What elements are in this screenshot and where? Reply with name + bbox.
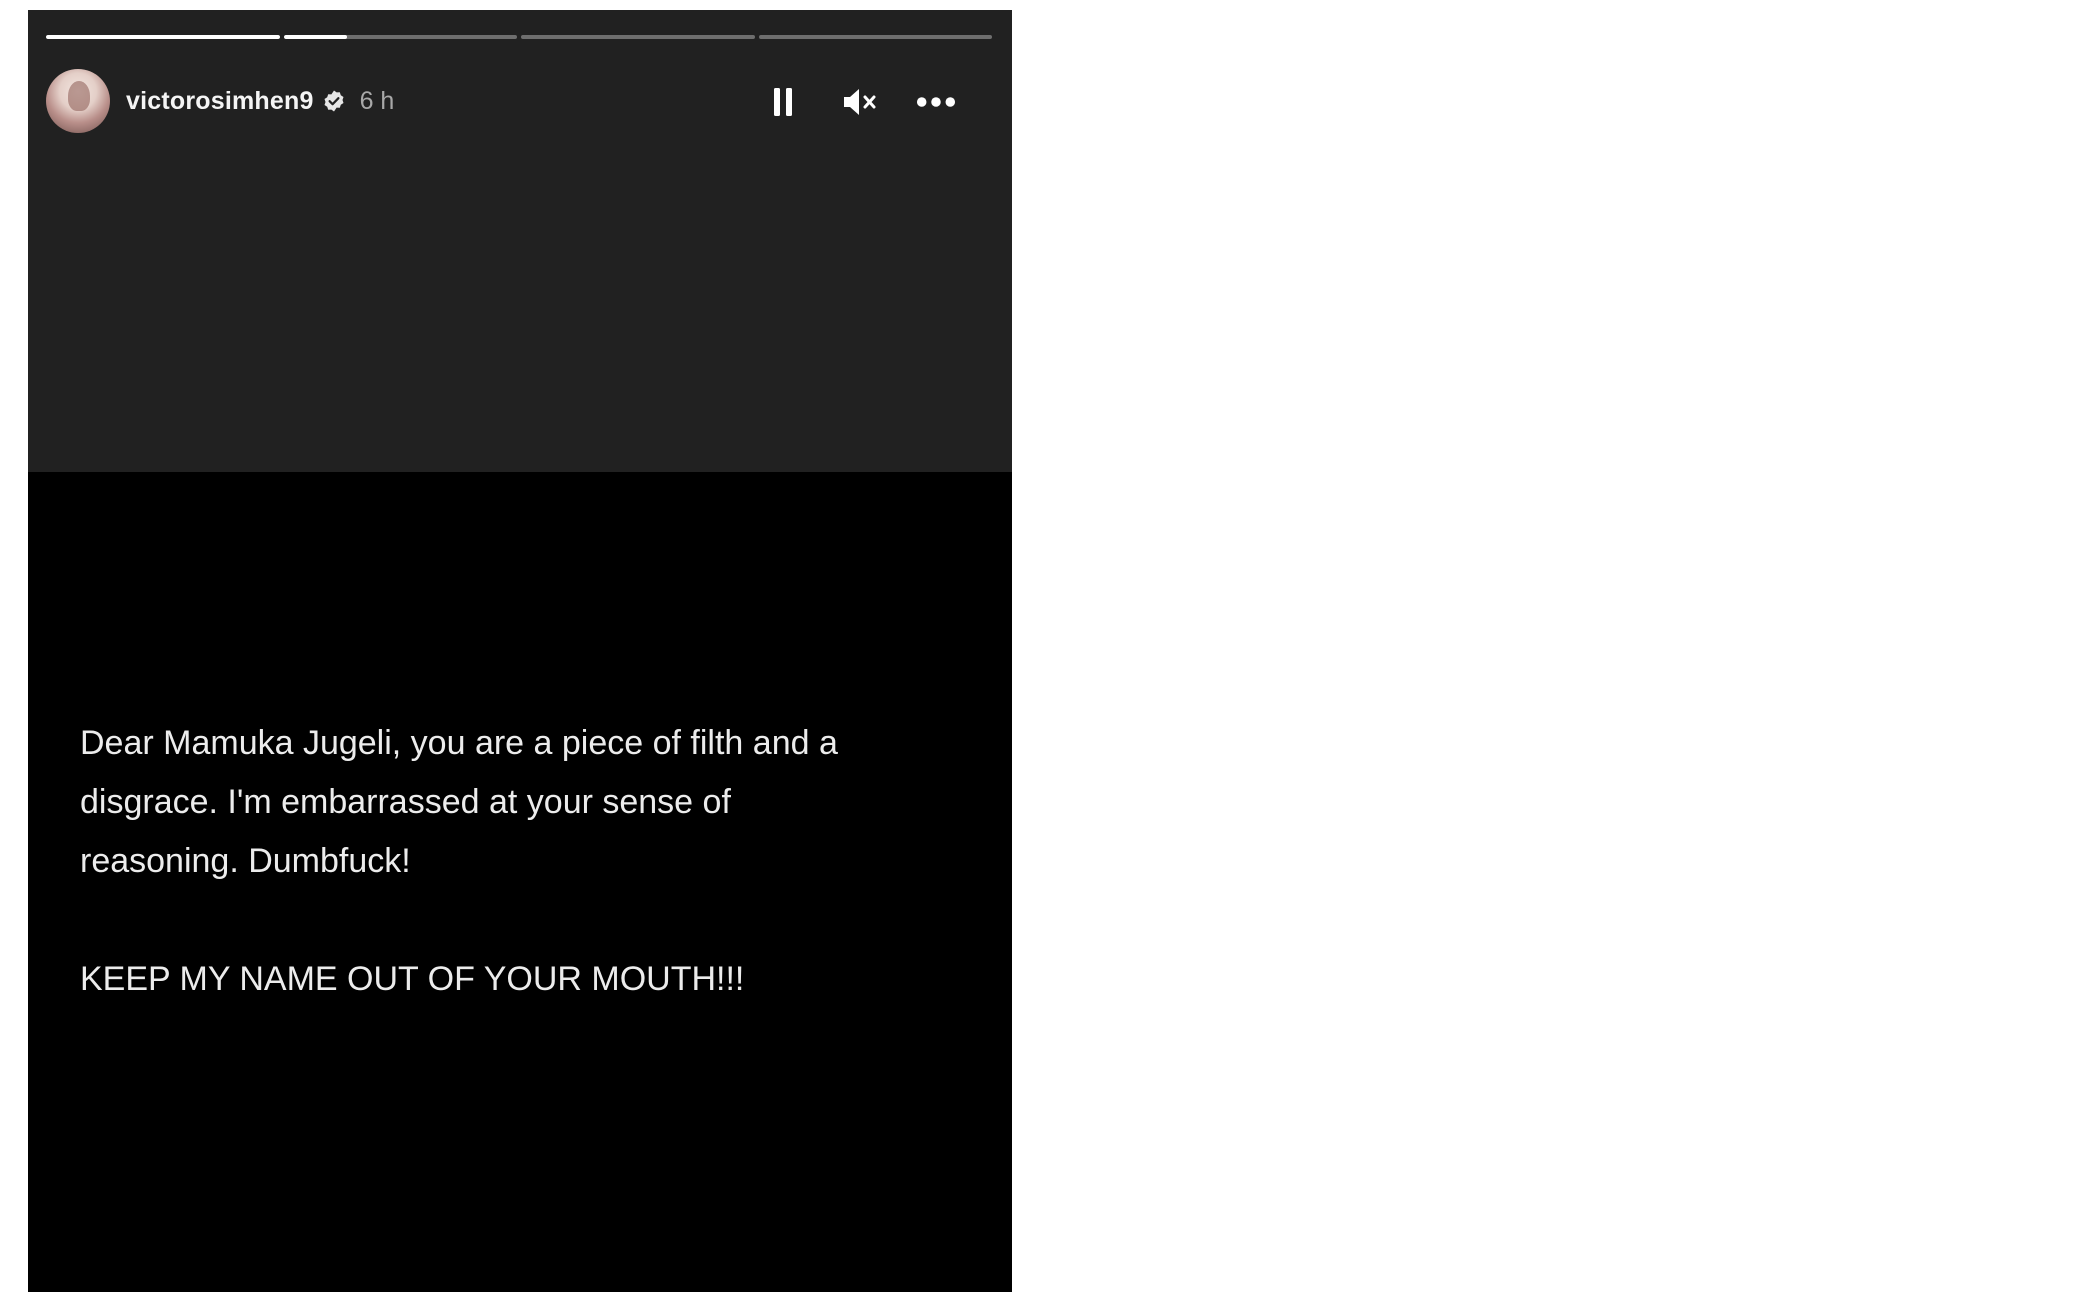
more-options-button[interactable] <box>916 82 956 122</box>
story-viewer[interactable]: victorosimhen9 6 h Dear Mamuka Jugeli, y… <box>28 10 1012 1292</box>
story-progress-bar <box>46 35 992 39</box>
progress-segment <box>758 35 992 39</box>
more-horizontal-icon <box>916 97 956 107</box>
username[interactable]: victorosimhen9 <box>126 87 314 116</box>
verified-badge-icon <box>322 89 346 113</box>
progress-fill <box>283 35 347 39</box>
pause-button[interactable] <box>764 82 804 122</box>
story-controls <box>764 72 956 132</box>
speaker-muted-icon <box>844 89 876 115</box>
progress-segment <box>46 35 280 39</box>
progress-segment <box>521 35 755 39</box>
avatar[interactable] <box>46 69 110 133</box>
message-line: disgrace. I'm embarrassed at your sense … <box>80 783 731 821</box>
progress-fill <box>46 35 280 39</box>
pause-icon <box>774 88 792 116</box>
post-time: 6 h <box>359 86 395 115</box>
progress-segment <box>283 35 517 39</box>
message-line: Dear Mamuka Jugeli, you are a piece of f… <box>80 724 838 762</box>
story-text-message: Dear Mamuka Jugeli, you are a piece of f… <box>80 714 980 1009</box>
message-line-caps: KEEP MY NAME OUT OF YOUR MOUTH!!! <box>80 960 745 998</box>
mute-button[interactable] <box>840 82 880 122</box>
message-line: reasoning. Dumbfuck! <box>80 842 411 880</box>
story-header: victorosimhen9 6 h <box>46 66 992 136</box>
